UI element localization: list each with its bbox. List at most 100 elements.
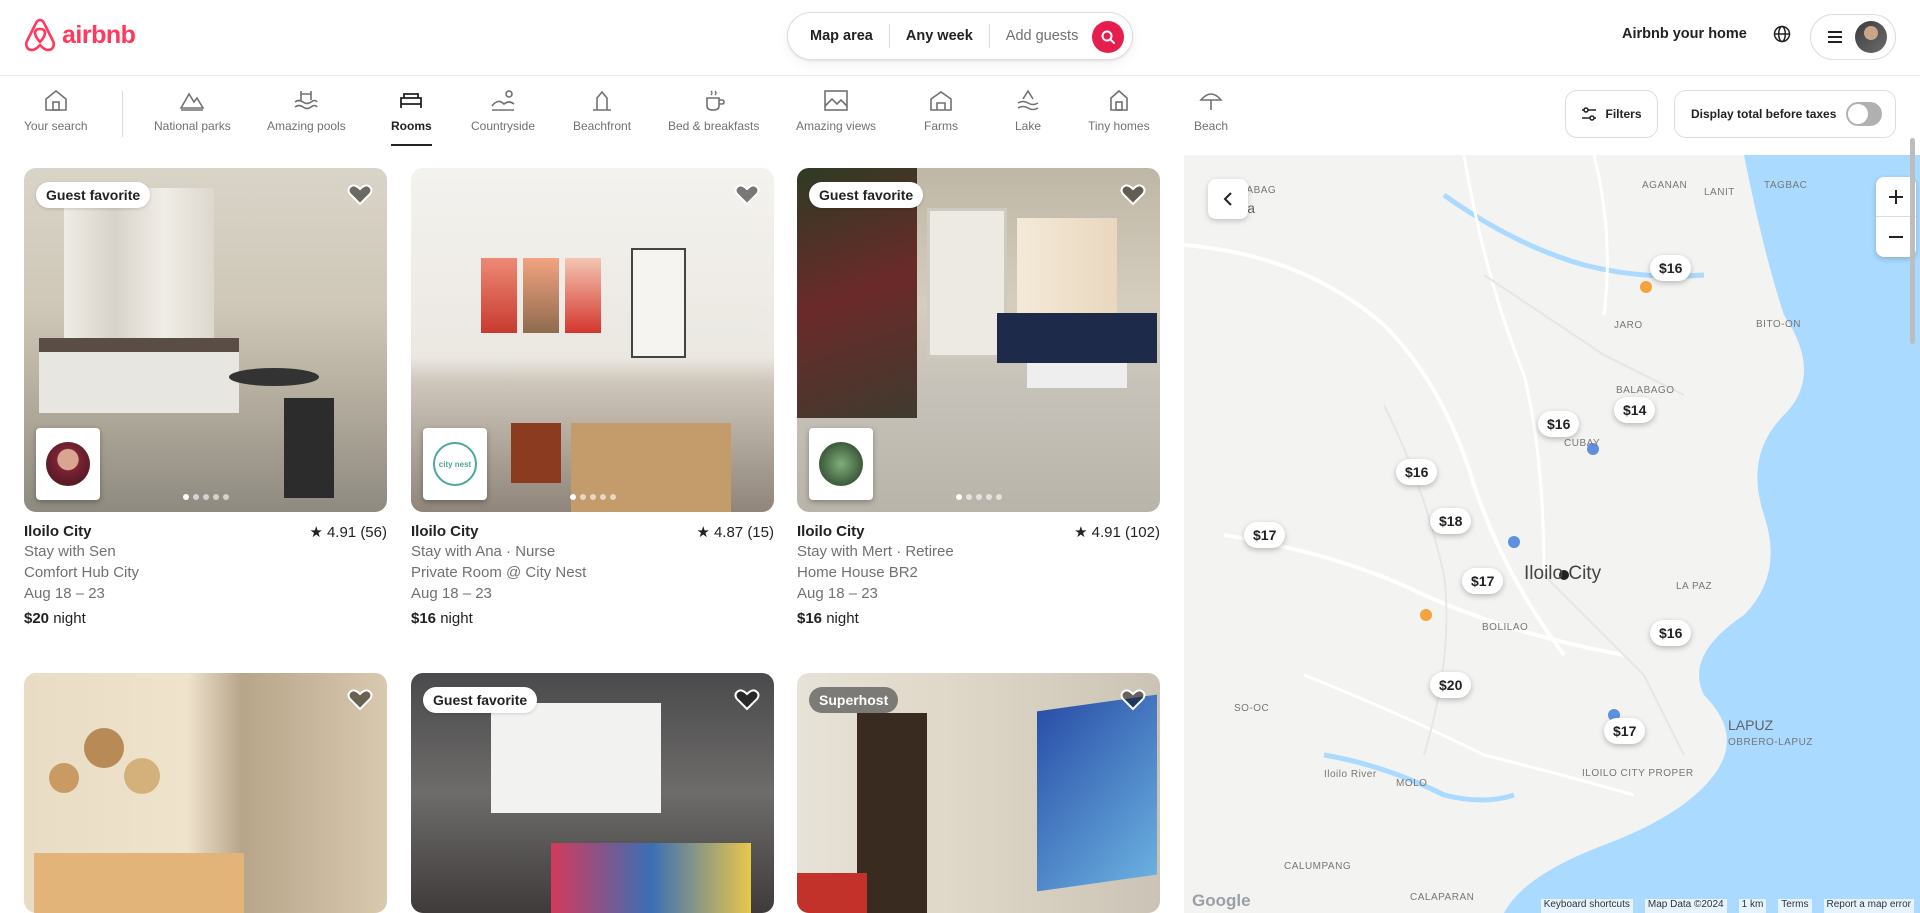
listing-photo[interactable]: Guest favorite — [24, 168, 387, 512]
category-national-parks[interactable]: National parks — [154, 88, 231, 133]
save-button[interactable] — [1120, 182, 1146, 211]
tax-toggle[interactable]: Display total before taxes — [1674, 90, 1896, 138]
keyboard-shortcuts-link[interactable]: Keyboard shortcuts — [1540, 899, 1633, 913]
listing-photo[interactable]: Guest favorite — [411, 673, 774, 913]
search-dates[interactable]: Any week — [890, 24, 989, 48]
rating-text: 4.87 (15) — [713, 523, 774, 541]
door — [857, 713, 927, 913]
listing-name: Home House BR2 — [797, 564, 918, 581]
price-pin[interactable]: $17 — [1244, 522, 1286, 548]
airbnb-your-home-link[interactable]: Airbnb your home — [1622, 24, 1747, 44]
search-button[interactable] — [1092, 21, 1124, 53]
airbnb-logo-icon — [24, 18, 56, 52]
map-label: CALUMPANG — [1284, 861, 1352, 872]
bedspread — [797, 873, 867, 913]
collapse-map-button[interactable] — [1208, 179, 1248, 219]
price-pin[interactable]: $17 — [1604, 718, 1646, 744]
category-label: Tiny homes — [1088, 119, 1150, 133]
report-error-link[interactable]: Report a map error — [1823, 899, 1914, 913]
category-beachfront[interactable]: Beachfront — [573, 88, 631, 133]
map-label: BOLILAO — [1482, 622, 1529, 633]
map[interactable]: LANIT AGANAN TAGBAC BALABAG Pavia JARO B… — [1184, 155, 1920, 913]
price-pin[interactable]: $20 — [1430, 672, 1472, 698]
airbnb-logo[interactable]: airbnb — [24, 18, 136, 52]
star-icon: ★ — [696, 524, 710, 541]
heart-icon — [1120, 689, 1146, 711]
price-unit: night — [826, 610, 859, 627]
listing-card[interactable]: city nest Iloilo City ★ 4.87 (15) Stay wi… — [411, 168, 774, 627]
save-button[interactable] — [347, 687, 373, 716]
category-farms[interactable]: Farms — [924, 88, 958, 133]
guest-favorite-badge: Guest favorite — [423, 687, 538, 713]
bed — [551, 843, 751, 913]
category-bed-breakfasts[interactable]: Bed & breakfasts — [668, 88, 759, 133]
category-beach[interactable]: Beach — [1194, 88, 1228, 133]
price-amount: $16 — [411, 610, 437, 627]
rating-text: 4.91 (56) — [326, 523, 387, 541]
filters-label: Filters — [1605, 107, 1642, 121]
price-pin[interactable]: $18 — [1430, 508, 1472, 534]
category-countryside[interactable]: Countryside — [471, 88, 535, 133]
category-lake[interactable]: Lake — [1015, 88, 1041, 133]
terms-link[interactable]: Terms — [1778, 899, 1812, 913]
filters-button[interactable]: Filters — [1565, 90, 1658, 138]
listing-card[interactable]: Guest favorite Iloilo City ★ 4.91 (102) S… — [797, 168, 1160, 627]
map-footer: Keyboard shortcuts Map Data ©2024 1 km T… — [1184, 899, 1920, 913]
tiny-home-icon — [1109, 89, 1128, 111]
listing-host: Stay with Sen — [24, 543, 116, 560]
user-menu-button[interactable] — [1810, 14, 1896, 60]
listing-name: Private Room @ City Nest — [411, 564, 587, 581]
price-pin[interactable]: $16 — [1396, 459, 1438, 485]
map-label: BITO-ON — [1756, 319, 1801, 330]
price-pin[interactable]: $17 — [1462, 568, 1504, 594]
category-amazing-views[interactable]: Amazing views — [796, 88, 876, 133]
wall-art — [481, 258, 517, 333]
listing-card[interactable] — [24, 673, 387, 913]
listing-photo[interactable]: Superhost — [797, 673, 1160, 913]
map-label: AGANAN — [1642, 180, 1688, 191]
category-amazing-pools[interactable]: Amazing pools — [267, 88, 346, 133]
map-label: Iloilo City — [1524, 563, 1602, 584]
toggle-switch[interactable] — [1846, 102, 1883, 126]
listing-rating: ★ 4.91 (102) — [1074, 523, 1160, 542]
listing-dates: Aug 18 – 23 — [411, 585, 492, 602]
price-pin[interactable]: $16 — [1650, 255, 1692, 281]
search-bar[interactable]: Map area Any week Add guests — [787, 12, 1133, 60]
save-button[interactable] — [347, 182, 373, 211]
photo-dots — [569, 494, 616, 500]
save-button[interactable] — [734, 687, 760, 716]
cabinet — [927, 208, 1007, 358]
listing-photo[interactable]: city nest — [411, 168, 774, 512]
wall-basket — [49, 763, 79, 793]
photo-dots — [955, 494, 1002, 500]
national-park-icon — [179, 92, 205, 111]
language-button[interactable] — [1773, 25, 1791, 48]
listing-photo[interactable] — [24, 673, 387, 913]
views-icon — [824, 90, 848, 111]
listing-photo[interactable]: Guest favorite — [797, 168, 1160, 512]
scrollbar[interactable] — [1910, 138, 1915, 344]
listing-card[interactable]: Guest favorite — [411, 673, 774, 913]
lake-icon — [1017, 89, 1039, 111]
globe-icon — [1773, 25, 1791, 43]
price-pin[interactable]: $16 — [1538, 411, 1580, 437]
map-scale[interactable]: 1 km — [1738, 899, 1767, 913]
save-button[interactable] — [1120, 687, 1146, 716]
pool-icon — [294, 91, 319, 110]
sofa — [997, 313, 1157, 363]
host-logo-text: city nest — [438, 459, 472, 469]
chevron-left-icon — [1223, 192, 1232, 206]
save-button[interactable] — [734, 182, 760, 211]
listing-dates: Aug 18 – 23 — [24, 585, 105, 602]
category-rooms[interactable]: Rooms — [391, 88, 432, 146]
listing-location: Iloilo City — [24, 523, 92, 540]
category-your-search[interactable]: Your search — [24, 88, 88, 133]
listing-card[interactable]: Guest favorite Iloilo City ★ 4.91 (56) St… — [24, 168, 387, 627]
search-location[interactable]: Map area — [794, 24, 889, 48]
price-pin[interactable]: $16 — [1650, 620, 1692, 646]
price-pin[interactable]: $14 — [1614, 397, 1656, 423]
category-label: Amazing pools — [267, 119, 346, 133]
search-guests[interactable]: Add guests — [990, 24, 1095, 48]
listing-card[interactable]: Superhost — [797, 673, 1160, 913]
category-tiny-homes[interactable]: Tiny homes — [1088, 88, 1150, 133]
